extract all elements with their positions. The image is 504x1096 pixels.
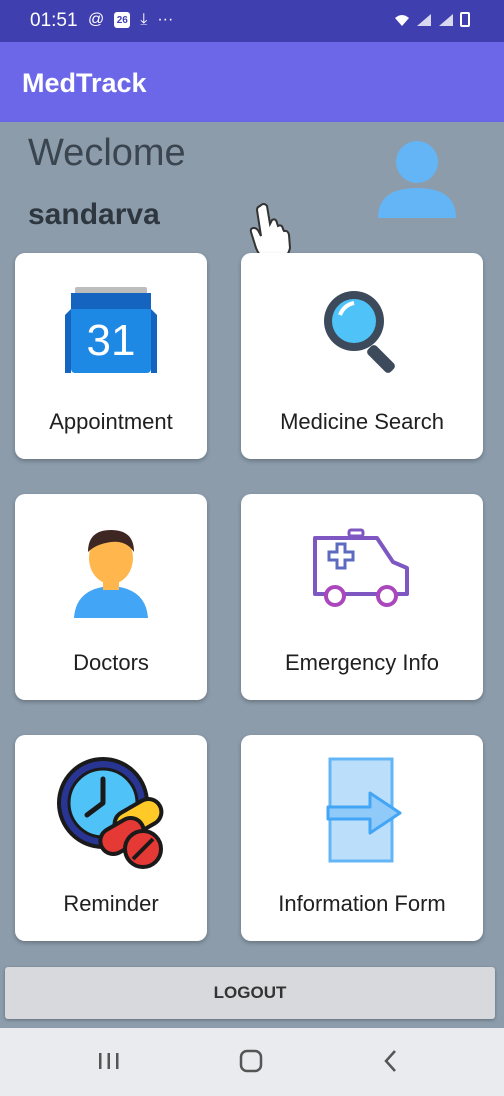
appointment-card[interactable]: 31 Appointment	[15, 253, 207, 459]
signal-icon	[417, 13, 431, 26]
information-form-card[interactable]: Information Form	[241, 735, 483, 941]
calendar-icon: 31	[65, 287, 157, 373]
status-bar: 01:51 @ 26 ⤓ ···	[0, 0, 504, 42]
download-icon: ⤓	[140, 11, 148, 28]
app-bar: MedTrack	[0, 42, 504, 122]
ambulance-icon	[313, 528, 409, 607]
app-title: MedTrack	[22, 68, 147, 98]
status-time: 01:51	[30, 10, 78, 31]
appointment-label: Appointment	[49, 409, 173, 434]
medicine-search-label: Medicine Search	[280, 409, 444, 434]
user-avatar-icon[interactable]	[376, 140, 458, 220]
signal-icon	[439, 13, 453, 26]
system-nav-bar	[0, 1028, 504, 1096]
emergency-info-label: Emergency Info	[284, 650, 440, 675]
exit-door-icon	[326, 757, 402, 863]
dashboard-content: Weclome sandarva 31 Appointment Medicine…	[0, 122, 504, 1028]
notification-badge: 26	[116, 14, 128, 26]
notification-icon: 26	[114, 12, 131, 28]
medicine-search-card[interactable]: Medicine Search	[241, 253, 483, 459]
reminder-label: Reminder	[63, 891, 159, 916]
back-icon[interactable]	[376, 1046, 406, 1076]
status-icons-left: @ 26 ⤓ ···	[88, 11, 173, 29]
logout-button[interactable]: LOGOUT	[5, 967, 495, 1019]
doctors-label: Doctors	[73, 650, 149, 675]
emergency-info-card[interactable]: Emergency Info	[241, 494, 483, 700]
doctors-card[interactable]: Doctors	[15, 494, 207, 700]
more-dots-icon: ···	[157, 11, 174, 28]
information-form-label: Information Form	[278, 891, 446, 916]
at-sign-icon: @	[88, 11, 105, 28]
clock-pills-icon	[57, 757, 164, 869]
wifi-icon	[395, 14, 409, 26]
reminder-card[interactable]: Reminder	[15, 735, 207, 941]
magnifier-icon	[324, 291, 395, 373]
username-label: sandarva	[28, 198, 160, 231]
welcome-heading: Weclome	[28, 132, 186, 174]
recent-apps-icon[interactable]	[94, 1046, 124, 1076]
doctor-icon	[74, 530, 148, 618]
home-icon[interactable]	[236, 1046, 266, 1076]
calendar-day: 31	[87, 316, 136, 365]
status-icons-right	[394, 12, 470, 27]
battery-icon	[460, 12, 470, 27]
